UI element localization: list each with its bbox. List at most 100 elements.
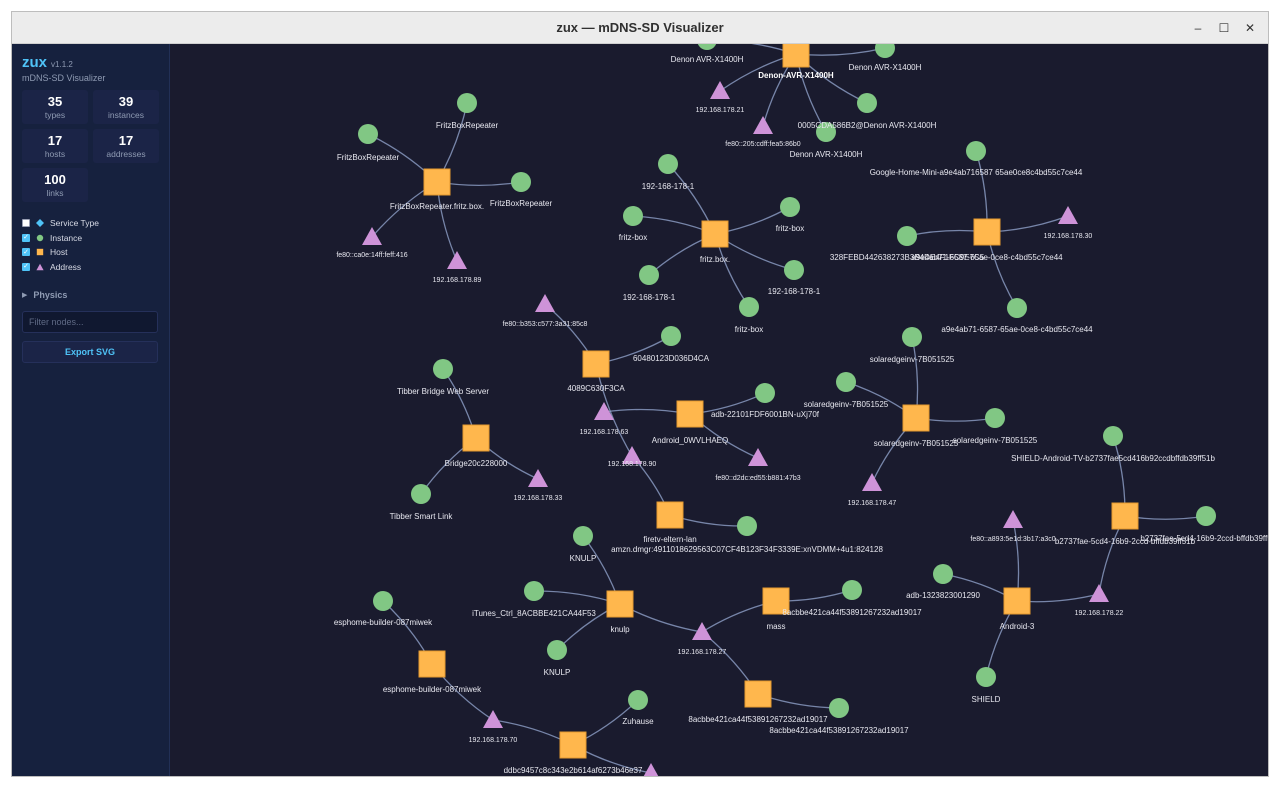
- node-label: iTunes_Ctrl_8ACBBE421CA44F53: [472, 609, 596, 618]
- node-label: fe80::d2dc:ed55:b881:47b3: [715, 475, 800, 482]
- window-title: zux — mDNS-SD Visualizer: [556, 20, 724, 35]
- address-node[interactable]: [1058, 206, 1078, 224]
- node-label: firetv-eltern-lan: [643, 535, 696, 544]
- instance-node[interactable]: [623, 206, 643, 226]
- stat-types: 35 types: [22, 90, 88, 124]
- address-checkbox[interactable]: ✓: [22, 262, 30, 271]
- instance-node[interactable]: [573, 526, 593, 546]
- network-graph[interactable]: Denon-AVR-X1400H Denon AVR-X1400H Denon AV…: [170, 44, 1268, 776]
- instance-node[interactable]: [897, 226, 917, 246]
- instance-node[interactable]: [1103, 426, 1123, 446]
- stat-label: links: [46, 188, 64, 198]
- host-node[interactable]: [462, 424, 490, 452]
- maximize-icon[interactable]: ☐: [1216, 20, 1232, 36]
- legend-service-type[interactable]: Service Type: [22, 216, 159, 231]
- instance-node[interactable]: [780, 197, 800, 217]
- node-label: mass: [766, 622, 785, 631]
- instance-node[interactable]: [836, 372, 856, 392]
- node-label: Zuhause: [622, 717, 654, 726]
- instance-node[interactable]: [658, 154, 678, 174]
- host-node[interactable]: [656, 501, 684, 529]
- host-node[interactable]: [973, 218, 1001, 246]
- instance-node[interactable]: [697, 44, 717, 50]
- host-node[interactable]: [782, 44, 810, 68]
- address-node[interactable]: [753, 116, 773, 134]
- address-node[interactable]: [748, 448, 768, 466]
- address-node[interactable]: [528, 469, 548, 487]
- instance-node[interactable]: [829, 698, 849, 718]
- address-node[interactable]: [447, 251, 467, 269]
- minimize-icon[interactable]: –: [1190, 20, 1206, 36]
- export-svg-button[interactable]: Export SVG: [22, 341, 158, 363]
- host-node[interactable]: [582, 350, 610, 378]
- address-node[interactable]: [1003, 510, 1023, 528]
- instance-node[interactable]: [875, 44, 895, 58]
- instance-node[interactable]: [784, 260, 804, 280]
- instance-node[interactable]: [457, 93, 477, 113]
- instance-node[interactable]: [976, 667, 996, 687]
- instance-node[interactable]: [628, 690, 648, 710]
- diamond-icon: [36, 219, 44, 228]
- host-node[interactable]: [606, 590, 634, 618]
- instance-node[interactable]: [966, 141, 986, 161]
- instance-node[interactable]: [755, 383, 775, 403]
- host-node[interactable]: [418, 650, 446, 678]
- service-type-checkbox[interactable]: [22, 219, 30, 228]
- instance-node[interactable]: [411, 484, 431, 504]
- host-node[interactable]: [902, 404, 930, 432]
- app-window: zux — mDNS-SD Visualizer – ☐ ✕ zux v1.1.…: [12, 12, 1268, 776]
- address-node[interactable]: [710, 81, 730, 99]
- instance-node[interactable]: [511, 172, 531, 192]
- legend-address[interactable]: ✓ Address: [22, 260, 159, 275]
- instance-node[interactable]: [739, 297, 759, 317]
- address-node[interactable]: [483, 710, 503, 728]
- node-label: solaredgeinv-7B051525: [804, 400, 889, 409]
- node-label: 192-168-178-1: [642, 182, 695, 191]
- brand: zux v1.1.2: [22, 54, 159, 71]
- legend-host[interactable]: ✓ Host: [22, 245, 159, 260]
- instance-node[interactable]: [902, 327, 922, 347]
- instance-node[interactable]: [1007, 298, 1027, 318]
- close-icon[interactable]: ✕: [1242, 20, 1258, 36]
- instance-node[interactable]: [737, 516, 757, 536]
- instance-node[interactable]: [1196, 506, 1216, 526]
- node-label: 192.168.178.89: [433, 277, 482, 284]
- host-node[interactable]: [744, 680, 772, 708]
- instance-node[interactable]: [433, 359, 453, 379]
- instance-node[interactable]: [933, 564, 953, 584]
- legend-instance[interactable]: ✓ Instance: [22, 231, 159, 246]
- host-node[interactable]: [1003, 587, 1031, 615]
- node-label: fritz-box: [735, 325, 763, 334]
- instance-node[interactable]: [985, 408, 1005, 428]
- instance-node[interactable]: [373, 591, 393, 611]
- host-checkbox[interactable]: ✓: [22, 248, 30, 257]
- filter-input[interactable]: [22, 311, 158, 333]
- host-node[interactable]: [701, 220, 729, 248]
- address-node[interactable]: [535, 294, 555, 312]
- legend-label: Host: [50, 247, 68, 258]
- instance-node[interactable]: [524, 581, 544, 601]
- instance-node[interactable]: [661, 326, 681, 346]
- instance-node[interactable]: [547, 640, 567, 660]
- host-node[interactable]: [676, 400, 704, 428]
- instance-node[interactable]: [358, 124, 378, 144]
- address-node[interactable]: [1089, 584, 1109, 602]
- graph-canvas[interactable]: Denon-AVR-X1400H Denon AVR-X1400H Denon AV…: [170, 44, 1268, 776]
- host-node[interactable]: [1111, 502, 1139, 530]
- node-label: fritz-box: [776, 224, 804, 233]
- host-node[interactable]: [423, 168, 451, 196]
- square-icon: [36, 249, 44, 256]
- address-node[interactable]: [862, 473, 882, 491]
- instance-node[interactable]: [639, 265, 659, 285]
- instance-node[interactable]: [857, 93, 877, 113]
- node-label: KNULP: [570, 554, 597, 563]
- triangle-icon: [36, 263, 44, 270]
- node-label: Denon AVR-X1400H: [790, 150, 863, 159]
- node-label: b2737fae-5cd4-16b9-2ccd-bffdb39ff5: [1140, 534, 1268, 543]
- address-node[interactable]: [641, 763, 661, 776]
- instance-node[interactable]: [842, 580, 862, 600]
- instance-checkbox[interactable]: ✓: [22, 233, 30, 242]
- node-label: fe80::b353:c577:3a31:85c8: [503, 321, 588, 328]
- host-node[interactable]: [559, 731, 587, 759]
- physics-toggle[interactable]: ▶ Physics: [22, 290, 159, 300]
